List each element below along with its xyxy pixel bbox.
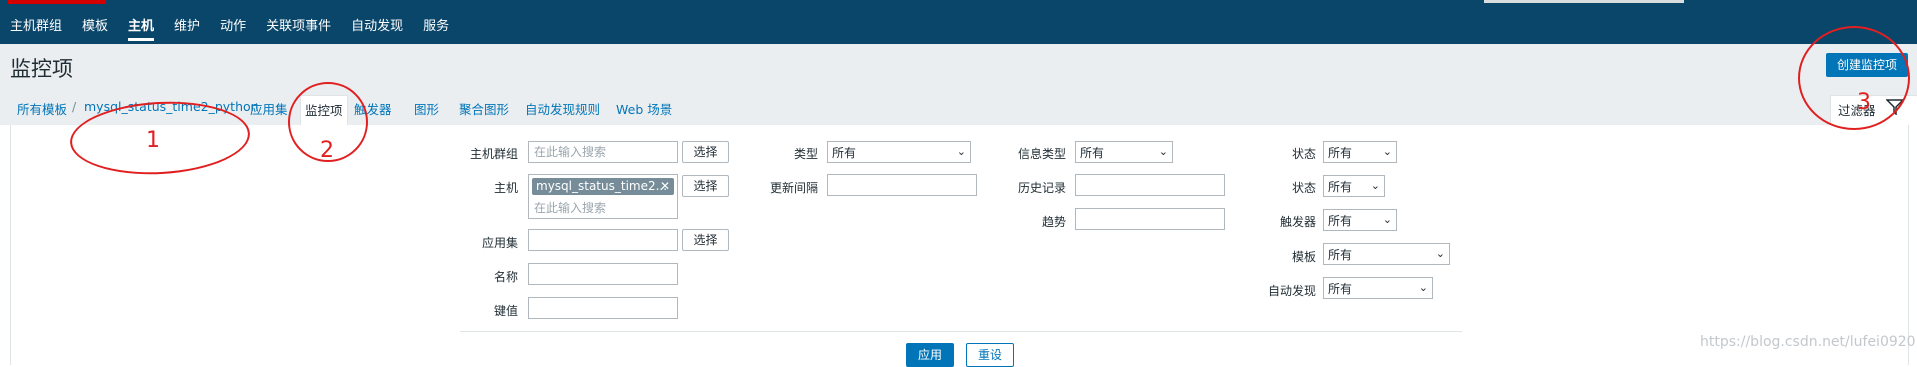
nav-templates[interactable]: 模板 — [72, 13, 118, 41]
host-select-button[interactable]: 选择 — [682, 175, 729, 197]
chevron-down-icon: ⌄ — [1158, 145, 1168, 158]
main-menu: 主机群组 模板 主机 维护 动作 关联项事件 自动发现 服务 — [0, 13, 459, 41]
trends-label: 趋势 — [1041, 215, 1066, 229]
status-select[interactable]: 所有 ⌄ — [1323, 175, 1385, 197]
name-label: 名称 — [493, 270, 518, 284]
info-type-select-value: 所有 — [1080, 146, 1105, 160]
chevron-down-icon: ⌄ — [1382, 145, 1392, 158]
chevron-down-icon: ⌄ — [1435, 247, 1445, 260]
tab-web-scenarios[interactable]: Web 场景 — [616, 99, 672, 118]
nav-host-groups[interactable]: 主机群组 — [0, 13, 72, 41]
nav-actions[interactable]: 动作 — [210, 13, 256, 41]
info-type-label: 信息类型 — [1017, 147, 1066, 161]
triggers-select[interactable]: 所有 ⌄ — [1323, 209, 1397, 231]
filter-divider — [460, 331, 1462, 332]
host-group-label: 主机群组 — [469, 147, 518, 161]
annotation-number-1: 1 — [146, 128, 160, 153]
type-select[interactable]: 所有 ⌄ — [827, 141, 971, 163]
apply-button[interactable]: 应用 — [906, 343, 954, 367]
page-header — [0, 44, 1917, 88]
host-chip-label: mysql_status_time2... — [536, 179, 668, 193]
template-select[interactable]: 所有 ⌄ — [1323, 243, 1450, 265]
nav-maintenance[interactable]: 维护 — [164, 13, 210, 41]
type-select-value: 所有 — [832, 146, 857, 160]
nav-services[interactable]: 服务 — [413, 13, 459, 41]
state-label: 状态 — [1291, 147, 1316, 161]
trends-input[interactable] — [1075, 208, 1225, 230]
remove-chip-icon[interactable]: ✕ — [660, 178, 670, 195]
key-label: 键值 — [493, 304, 518, 318]
breadcrumb-all-templates[interactable]: 所有模板 — [17, 99, 67, 118]
host-search-placeholder: 在此输入搜索 — [534, 201, 607, 215]
info-type-select[interactable]: 所有 ⌄ — [1075, 141, 1173, 163]
chevron-down-icon: ⌄ — [956, 145, 966, 158]
nav-correlations[interactable]: 关联项事件 — [256, 13, 341, 41]
template-select-value: 所有 — [1328, 248, 1353, 262]
chevron-down-icon: ⌄ — [1382, 213, 1392, 226]
application-input[interactable] — [528, 229, 678, 251]
annotation-number-2: 2 — [320, 138, 334, 163]
tab-discovery-rules[interactable]: 自动发现规则 — [525, 99, 600, 118]
key-input[interactable] — [528, 297, 678, 319]
host-label: 主机 — [493, 181, 518, 195]
discovery-select[interactable]: 所有 ⌄ — [1323, 277, 1433, 299]
template-label: 模板 — [1291, 250, 1316, 264]
triggers-select-value: 所有 — [1328, 214, 1353, 228]
annotation-circle-3 — [1798, 26, 1910, 130]
status-label: 状态 — [1291, 181, 1316, 195]
update-interval-input[interactable] — [827, 174, 977, 196]
type-label: 类型 — [793, 147, 818, 161]
update-interval-label: 更新间隔 — [769, 181, 818, 195]
history-input[interactable] — [1075, 174, 1225, 196]
menu-caret-icon — [313, 2, 329, 10]
history-label: 历史记录 — [1017, 181, 1066, 195]
tab-graphs[interactable]: 图形 — [414, 99, 439, 118]
application-label: 应用集 — [481, 236, 518, 250]
discovery-label: 自动发现 — [1267, 284, 1316, 298]
state-select-value: 所有 — [1328, 146, 1353, 160]
tab-applications[interactable]: 应用集 — [250, 99, 288, 118]
tab-screens[interactable]: 聚合图形 — [459, 99, 509, 118]
host-multiselect[interactable]: mysql_status_time2... ✕ 在此输入搜索 — [528, 174, 678, 219]
nav-discovery[interactable]: 自动发现 — [341, 13, 413, 41]
global-search-input[interactable] — [1484, 0, 1684, 3]
breadcrumb-separator: / — [72, 99, 77, 114]
logo — [8, 0, 106, 4]
discovery-select-value: 所有 — [1328, 282, 1353, 296]
page-title: 监控项 — [10, 57, 73, 81]
application-select-button[interactable]: 选择 — [682, 229, 729, 251]
name-input[interactable] — [528, 263, 678, 285]
annotation-number-3: 3 — [1857, 90, 1871, 115]
reset-button[interactable]: 重设 — [966, 343, 1014, 367]
watermark: https://blog.csdn.net/lufei0920 — [1700, 334, 1916, 350]
nav-hosts[interactable]: 主机 — [118, 13, 164, 41]
state-select[interactable]: 所有 ⌄ — [1323, 141, 1397, 163]
host-group-select-button[interactable]: 选择 — [682, 141, 729, 163]
status-select-value: 所有 — [1328, 180, 1353, 194]
host-chip: mysql_status_time2... ✕ — [532, 178, 674, 195]
host-group-input[interactable] — [528, 141, 678, 163]
chevron-down-icon: ⌄ — [1418, 281, 1428, 294]
chevron-down-icon: ⌄ — [1370, 179, 1380, 192]
triggers-label: 触发器 — [1279, 215, 1316, 229]
